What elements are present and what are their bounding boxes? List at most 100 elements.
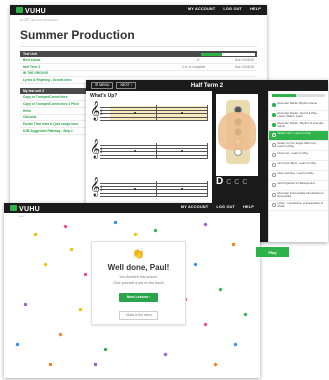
nav-log-out[interactable]: LOG OUT — [216, 205, 235, 210]
chevron-right-icon: › — [149, 295, 151, 299]
treble-clef-icon: 𝄞 — [90, 101, 101, 121]
time-signature: 44 — [100, 145, 103, 155]
unit-row-progress: 3 of 11 complete — [182, 64, 206, 69]
completion-window: VUHU music MY ACCOUNT LOG OUT HELP 👏 Wel… — [4, 203, 260, 378]
rest-mark — [181, 188, 183, 190]
clapping-hands-icon: 👏 — [132, 249, 145, 260]
staff-line — [100, 119, 208, 121]
unit-row-link[interactable]: Half Term 2 — [23, 65, 182, 69]
unit-progress-fill — [201, 52, 222, 56]
logo-text: VUHU — [19, 206, 41, 213]
circle-icon — [272, 203, 276, 207]
lesson-step[interactable]: Recorder Starter: Sound & Play - Listen,… — [269, 111, 328, 121]
nav-log-out[interactable]: LOG OUT — [223, 7, 242, 12]
circle-icon — [272, 163, 276, 167]
unit-row-link[interactable]: IN THE GROOVE — [23, 71, 254, 75]
music-staff: 𝄞 4 4 — [90, 101, 208, 121]
time-signature: 44 — [100, 107, 103, 117]
checkmark-icon: ✔ — [196, 57, 200, 63]
menu-button[interactable]: ☰ MENU — [91, 81, 114, 90]
unit-header[interactable]: Test Unit — [20, 51, 257, 57]
confetti-piece — [243, 312, 248, 317]
completed-check-icon — [272, 123, 276, 127]
lesson-step-label: Recorder Starter: Rhythm & Intervals Gam… — [277, 121, 324, 129]
divider — [20, 46, 257, 47]
unit-heading: My test unit 2 — [23, 89, 45, 94]
treble-clef-icon: 𝄞 — [90, 139, 101, 159]
chevron-right-icon: › — [130, 82, 132, 87]
lesson-step[interactable]: Hot Cross Buns - Learn to Play — [269, 161, 328, 171]
time-signature: 44 — [100, 183, 103, 193]
completed-check-icon — [272, 103, 276, 107]
lesson-step-label: Recorder Intermediate Introduction to En… — [277, 191, 324, 199]
unit-row[interactable]: IN THE GROOVE — [20, 71, 257, 78]
well-done-heading: Well done, Paul! — [107, 263, 170, 272]
vuhu-logo[interactable]: VUHU music — [10, 203, 40, 218]
next-label: NEXT — [120, 82, 130, 87]
staff-line — [100, 151, 208, 152]
peek-play-button[interactable]: Play — [256, 247, 289, 257]
breadcrumb[interactable]: Home > Summer Production — [10, 15, 267, 22]
confetti-piece — [69, 247, 74, 252]
next-note: C — [242, 179, 248, 186]
rest-mark — [134, 150, 136, 152]
barline — [207, 181, 208, 197]
circle-icon — [272, 143, 276, 147]
staff-line — [100, 154, 208, 156]
confetti-piece — [58, 332, 63, 337]
staff-line — [100, 145, 208, 146]
lesson-progress-bar — [272, 94, 325, 97]
lesson-step[interactable]: Hold Together for Background — [269, 181, 328, 191]
current-note: D — [216, 176, 224, 187]
page-title: Summer Production — [20, 28, 135, 42]
hamburger-icon: ☰ — [95, 82, 99, 87]
confetti-piece — [233, 342, 238, 347]
lesson-steps-sidebar: Recorder Starter Rhythm Game Recorder Sta… — [268, 91, 328, 242]
lesson-step[interactable]: Recorder Intermediate Introduction to En… — [269, 191, 328, 201]
lesson-step-label: Recorder Starter: Sound & Play - Listen,… — [277, 111, 319, 119]
lesson-step[interactable]: Hear and See - Learn to Play — [269, 171, 328, 181]
barline — [207, 143, 208, 159]
barline — [156, 105, 157, 121]
nav-my-account[interactable]: MY ACCOUNT — [181, 205, 209, 210]
unit-row[interactable]: Half Term 23 of 11 complete Due 21/06/18 — [20, 64, 257, 71]
lesson-step-label: What's Up? - Learn to Play — [277, 131, 311, 135]
lesson-step[interactable]: Listen - Introduction to Ensembles of Mu… — [269, 201, 328, 211]
lesson-step[interactable]: Ready for the Jungle Warm-Up - Learn to … — [269, 141, 328, 151]
staff-line — [100, 107, 208, 108]
lesson-step[interactable]: Recorder Starter: Rhythm & Intervals Gam… — [269, 121, 328, 131]
staff-line — [100, 116, 208, 118]
confetti-piece — [63, 224, 68, 229]
unit-row-link[interactable]: Best sound — [23, 58, 197, 62]
unit-row[interactable]: Best sound ✔ Due 01/06/18 — [20, 57, 257, 64]
nav-help[interactable]: HELP — [243, 205, 254, 210]
back-to-menu-label: Back to the menu — [127, 313, 152, 317]
confetti-piece — [15, 342, 20, 347]
confetti-piece — [103, 347, 108, 352]
piece-title: What's Up? — [90, 93, 118, 99]
next-lesson-button[interactable]: Next Lesson › — [118, 292, 159, 302]
back-to-menu-button[interactable]: ‹ Back to the menu — [119, 310, 158, 320]
staff-line — [100, 189, 208, 190]
lesson-step[interactable]: Recorder Starter Rhythm Game — [269, 101, 328, 111]
unit-row-due-date: Due 21/06/18 — [234, 64, 254, 69]
rest-mark — [134, 188, 136, 190]
lesson-step-label: Hold Together for Background — [277, 181, 315, 185]
nav-help[interactable]: HELP — [250, 7, 261, 12]
lesson-step-label: Ready for the Jungle Warm-Up - Learn to … — [277, 141, 318, 149]
next-lesson-label: Next Lesson — [126, 295, 149, 299]
next-note: C — [226, 179, 232, 186]
next-button[interactable]: NEXT › — [116, 81, 136, 90]
circle-icon — [272, 193, 276, 197]
staff-line — [100, 110, 208, 111]
top-nav-bar: VUHU music MY ACCOUNT LOG OUT HELP — [4, 203, 260, 218]
note-names: D C C C — [216, 176, 268, 187]
confetti-piece — [163, 352, 168, 357]
rest-mark — [181, 112, 183, 114]
lesson-step[interactable]: What's Up? - Learn to Play — [269, 131, 328, 141]
lesson-step[interactable]: Down Go - Learn to Play — [269, 151, 328, 161]
hand-illustration — [218, 112, 256, 150]
rest-mark — [181, 150, 183, 152]
nav-my-account[interactable]: MY ACCOUNT — [188, 7, 216, 12]
lesson-step-label: Down Go - Learn to Play — [277, 151, 309, 155]
